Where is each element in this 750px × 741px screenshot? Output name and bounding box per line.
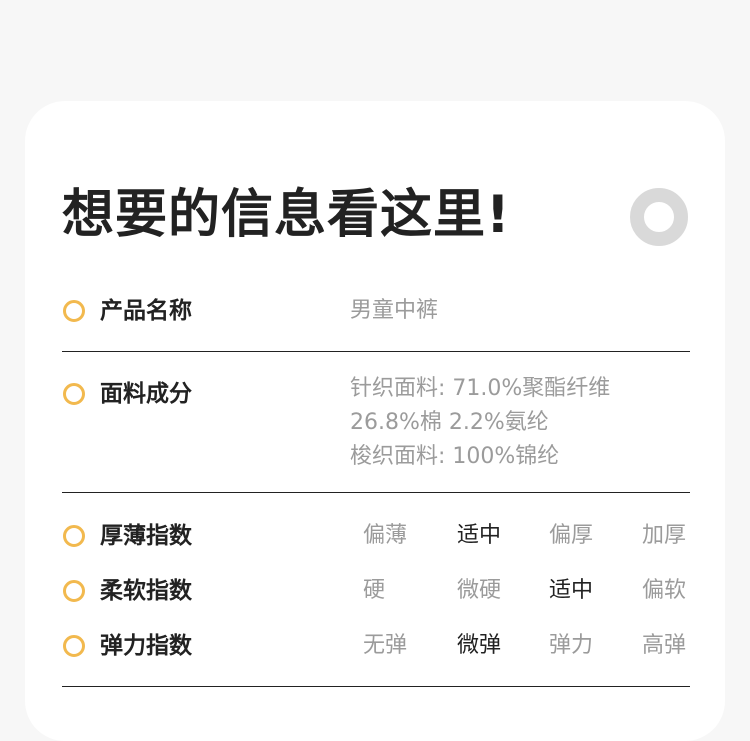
divider <box>62 492 690 493</box>
fabric-line-3: 梭织面料: 100%锦纶 <box>350 444 560 469</box>
softness-option: 偏软 <box>642 578 687 603</box>
product-name-value: 男童中裤 <box>350 298 439 323</box>
circle-bullet-icon <box>63 635 85 657</box>
thickness-option: 加厚 <box>642 523 687 548</box>
thickness-option: 偏薄 <box>363 523 408 548</box>
softness-option: 适中 <box>549 578 594 603</box>
elasticity-index-label: 弹力指数 <box>100 633 192 659</box>
divider <box>62 686 690 687</box>
thickness-option: 偏厚 <box>549 523 594 548</box>
elasticity-option: 弹力 <box>549 633 594 658</box>
fabric-line-1: 针织面料: 71.0%聚酯纤维 <box>350 376 611 401</box>
elasticity-option: 无弹 <box>363 633 408 658</box>
fabric-line-2: 26.8%棉 2.2%氨纶 <box>350 410 549 435</box>
elasticity-option: 微弹 <box>457 633 502 658</box>
product-name-label: 产品名称 <box>100 298 192 324</box>
softness-option: 微硬 <box>457 578 502 603</box>
thickness-index-label: 厚薄指数 <box>100 523 192 549</box>
circle-bullet-icon <box>63 300 85 322</box>
circle-bullet-icon <box>63 580 85 602</box>
softness-index-label: 柔软指数 <box>100 578 192 604</box>
fabric-label: 面料成分 <box>100 381 192 407</box>
elasticity-option: 高弹 <box>642 633 687 658</box>
circle-bullet-icon <box>63 525 85 547</box>
divider <box>62 351 690 352</box>
circle-bullet-icon <box>63 383 85 405</box>
thickness-option: 适中 <box>457 523 502 548</box>
page-title: 想要的信息看这里! <box>62 185 511 245</box>
ring-icon <box>630 188 688 246</box>
softness-option: 硬 <box>363 578 386 603</box>
